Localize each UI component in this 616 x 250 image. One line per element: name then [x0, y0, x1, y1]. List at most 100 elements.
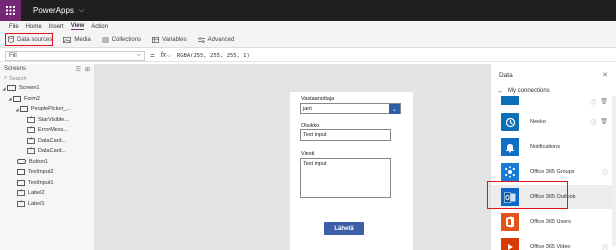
property-selector[interactable]: Fill ⌵: [5, 50, 145, 61]
media-icon: [63, 36, 72, 43]
message-input[interactable]: Text input: [300, 158, 391, 198]
info-icon[interactable]: ⓘ: [590, 118, 596, 127]
card-icon: [20, 106, 28, 113]
info-icon[interactable]: ⓘ: [602, 168, 608, 177]
notifications-icon: [501, 138, 519, 156]
tree-item-label: TextInput1: [28, 179, 54, 186]
connection-label: Office 365 Users: [530, 219, 571, 225]
text-input-icon: [17, 169, 25, 176]
chevron-down-icon[interactable]: ⌄: [389, 104, 400, 114]
advanced-button[interactable]: Advanced: [197, 36, 235, 43]
info-icon[interactable]: ⓘ: [602, 243, 608, 250]
app-launcher-button[interactable]: [0, 0, 21, 21]
delete-icon[interactable]: 🗑: [600, 98, 608, 107]
data-sources-label: Data sources: [17, 36, 53, 43]
screen-icon: [7, 85, 16, 92]
variables-icon: [152, 36, 160, 43]
connection-item-notifications[interactable]: Notifications: [491, 135, 616, 159]
tree-item-label: Label1: [28, 200, 45, 207]
formula-input[interactable]: RGBA(255, 255, 255, 1): [177, 53, 250, 59]
connection-item-neeko[interactable]: Neeko ⓘ 🗑: [491, 110, 616, 134]
tree-item-button1[interactable]: Button1: [0, 157, 94, 168]
collections-label: Collections: [111, 36, 142, 43]
list-view-icon[interactable]: ☰: [76, 66, 81, 73]
send-button[interactable]: Lähetä: [324, 222, 364, 235]
tab-home[interactable]: Home: [26, 24, 42, 30]
close-icon[interactable]: ✕: [602, 71, 608, 79]
data-sources-button[interactable]: Data sources: [8, 36, 52, 43]
tree-item-starvisible[interactable]: StarVisible...: [0, 115, 94, 126]
advanced-icon: [197, 36, 205, 43]
connection-item-office365-groups[interactable]: Office 365 Groups ⓘ: [491, 160, 616, 184]
connection-item-office365-users[interactable]: Office 365 Users: [491, 210, 616, 234]
data-panel-scrollbar[interactable]: [612, 96, 616, 246]
recipient-value: jant: [303, 105, 312, 112]
tree-item-label1[interactable]: Label1: [0, 199, 94, 210]
label-icon: [27, 115, 35, 123]
tree-item-form2[interactable]: ◢ Form2: [0, 94, 94, 105]
chevron-down-icon[interactable]: ⌵: [79, 7, 84, 15]
connection-actions: ⓘ: [602, 243, 608, 250]
advanced-label: Advanced: [207, 36, 235, 43]
data-panel-header: Data ✕: [491, 64, 616, 86]
subject-placeholder: Text input: [303, 132, 327, 138]
app-name[interactable]: PowerApps: [33, 6, 74, 15]
collections-button[interactable]: Collections: [101, 36, 142, 43]
tab-insert[interactable]: Insert: [49, 24, 64, 30]
delete-icon[interactable]: 🗑: [600, 118, 608, 127]
office365-groups-icon: [501, 163, 519, 181]
tree-item-label: DataCard...: [38, 148, 67, 155]
connection-item-partial[interactable]: ⓘ 🗑: [491, 96, 616, 108]
my-connections-back[interactable]: ← My connections: [491, 86, 616, 96]
tree-item-datacard-1[interactable]: DataCard...: [0, 136, 94, 147]
variables-button[interactable]: Variables: [152, 37, 187, 43]
subject-input[interactable]: Text input: [300, 129, 391, 141]
back-arrow-icon: ←: [497, 87, 504, 95]
tree-item-label: StarVisible...: [38, 116, 69, 123]
tree-item-textinput1[interactable]: TextInput1: [0, 178, 94, 189]
connection-actions: ⓘ 🗑: [590, 98, 608, 107]
my-connections-label: My connections: [508, 88, 550, 94]
tab-file[interactable]: File: [9, 24, 19, 30]
tree-item-errormessage[interactable]: ErrorMess...: [0, 125, 94, 136]
chevron-down-icon: ⌵: [136, 52, 141, 58]
tree-view-panel: Screens ☰ ⊞ ⌕ Search ◢ Screen1 ◢ Form2 ◢…: [0, 64, 95, 250]
tree-item-label2[interactable]: Label2: [0, 188, 94, 199]
connection-item-office365-outlook[interactable]: Office 365 Outlook: [491, 185, 616, 209]
media-label: Media: [74, 36, 91, 43]
tree-view-header: Screens ☰ ⊞: [0, 64, 94, 74]
app-screen-preview[interactable]: Vastaanottaja jant ⌄ Otsikko Text input …: [290, 92, 413, 250]
tree-item-label: DataCard...: [38, 137, 67, 144]
tree-item-datacard-2[interactable]: DataCard...: [0, 146, 94, 157]
message-placeholder: Text input: [303, 161, 327, 167]
design-canvas[interactable]: Vastaanottaja jant ⌄ Otsikko Text input …: [95, 64, 490, 250]
tree-item-textinput2[interactable]: TextInput2: [0, 167, 94, 178]
info-icon[interactable]: ⓘ: [590, 98, 596, 107]
tree-item-label: Label2: [28, 190, 45, 197]
tree-search[interactable]: ⌕ Search: [2, 74, 92, 83]
media-button[interactable]: Media: [63, 36, 91, 43]
tree-item-screen1[interactable]: ◢ Screen1: [0, 83, 94, 94]
connection-icon: [501, 96, 519, 105]
connection-label: Notifications: [530, 144, 560, 150]
equals-sign: =: [150, 51, 155, 60]
office365-users-icon: [501, 213, 519, 231]
tab-view[interactable]: View: [70, 23, 85, 30]
data-panel-title: Data: [499, 71, 513, 79]
function-button[interactable]: fx⌵: [161, 52, 171, 59]
tree-item-label: Form2: [24, 95, 40, 102]
tree-item-peoplepicker[interactable]: ◢ PeoplePicker_...: [0, 104, 94, 115]
connection-item-office365-video[interactable]: Office 365 Video ⓘ: [491, 235, 616, 250]
search-icon: ⌕: [4, 75, 8, 81]
tab-action[interactable]: Action: [91, 24, 108, 30]
grid-view-icon[interactable]: ⊞: [85, 66, 90, 73]
title-bar: PowerApps ⌵: [0, 0, 616, 21]
variables-label: Variables: [162, 36, 187, 43]
connection-actions: ⓘ: [602, 168, 608, 177]
card-icon: [27, 136, 35, 144]
recipient-picker[interactable]: jant ⌄: [300, 103, 401, 114]
tree-item-label: ErrorMess...: [38, 127, 68, 134]
recipient-label: Vastaanottaja: [301, 96, 335, 102]
waffle-icon: [6, 6, 15, 15]
connection-label: Office 365 Groups: [530, 169, 575, 175]
